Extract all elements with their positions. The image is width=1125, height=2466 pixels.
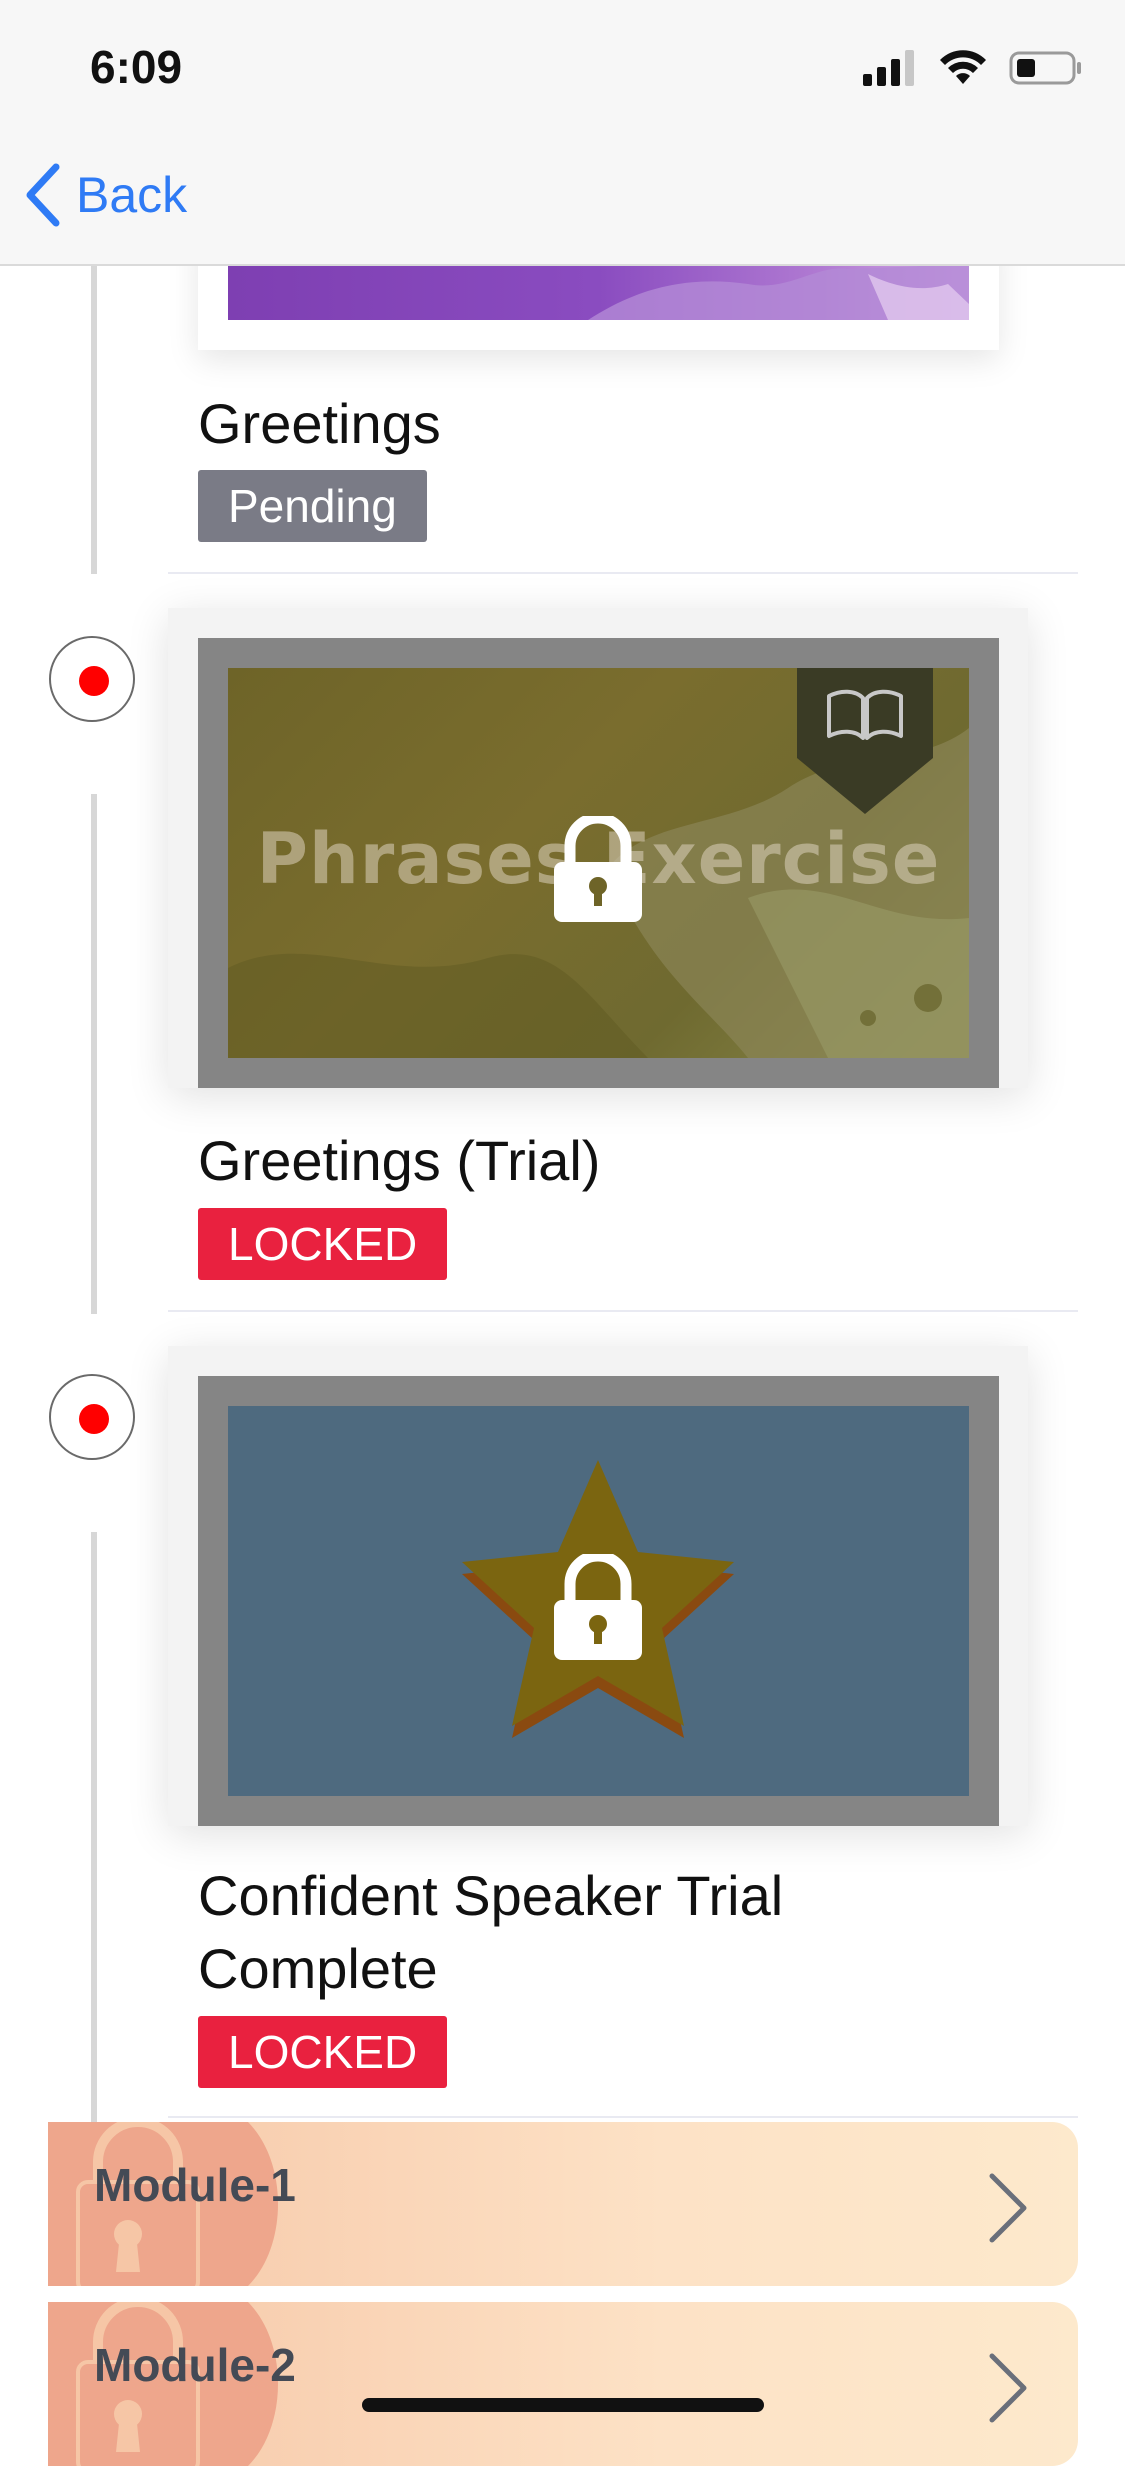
- status-time: 6:09: [90, 41, 183, 93]
- chevron-right-icon: [989, 2173, 1027, 2243]
- item-title: Greetings (Trial): [198, 1129, 601, 1192]
- card-3-thumbnail: [228, 1406, 969, 1796]
- locked-badge: LOCKED: [198, 1208, 448, 1280]
- home-indicator[interactable]: [362, 2398, 764, 2412]
- item-title: Greetings: [198, 392, 441, 455]
- divider: [168, 1310, 1078, 1312]
- chevron-right-icon: [989, 2353, 1027, 2423]
- module-item[interactable]: Module-2: [48, 2302, 1078, 2466]
- module-item[interactable]: Module-1: [48, 2122, 1078, 2286]
- divider: [168, 2116, 1078, 2118]
- item-title: Confident Speaker Trial Complete: [198, 1864, 784, 2000]
- status-badge: Pending: [198, 470, 427, 542]
- module-label: Module-1: [94, 2159, 296, 2211]
- chevron-left-icon: [26, 163, 60, 227]
- module-label: Module-2: [94, 2339, 296, 2391]
- back-button[interactable]: Back: [22, 160, 187, 230]
- timeline-dot: [49, 1374, 135, 1460]
- card-2[interactable]: Phrases Exercise: [198, 638, 999, 1088]
- lock-icon: [554, 1554, 642, 1660]
- lock-icon: [554, 816, 642, 922]
- card-3[interactable]: [198, 1376, 999, 1826]
- bookmark-icon: [797, 668, 933, 814]
- top-bar: 6:09 Back: [0, 0, 1125, 266]
- wifi-icon: [940, 50, 986, 84]
- status-icons: [863, 48, 1083, 88]
- card-1-thumbnail: [228, 264, 969, 320]
- divider: [168, 572, 1078, 574]
- locked-badge: LOCKED: [198, 2016, 448, 2088]
- battery-icon: [1009, 51, 1081, 85]
- cellular-signal-icon: [863, 50, 914, 86]
- card-2-thumbnail: Phrases Exercise: [228, 668, 969, 1058]
- timeline-line: [91, 794, 97, 1314]
- timeline-line: [91, 1532, 97, 2122]
- timeline-line: [91, 264, 97, 574]
- timeline-dot: [49, 636, 135, 722]
- back-label: Back: [76, 167, 188, 223]
